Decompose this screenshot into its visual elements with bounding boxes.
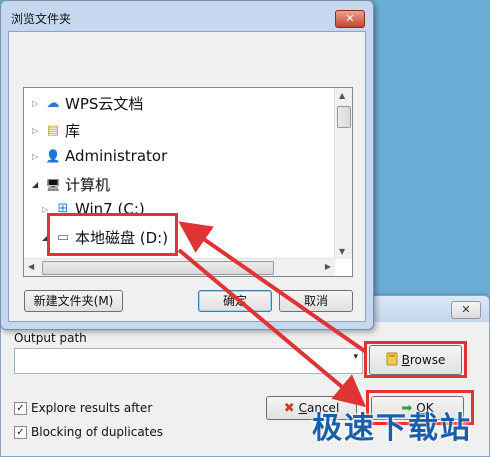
watermark: 极速下载站 [312,411,472,446]
arrow-to-ok [177,248,367,408]
annotation-arrows [177,221,368,408]
